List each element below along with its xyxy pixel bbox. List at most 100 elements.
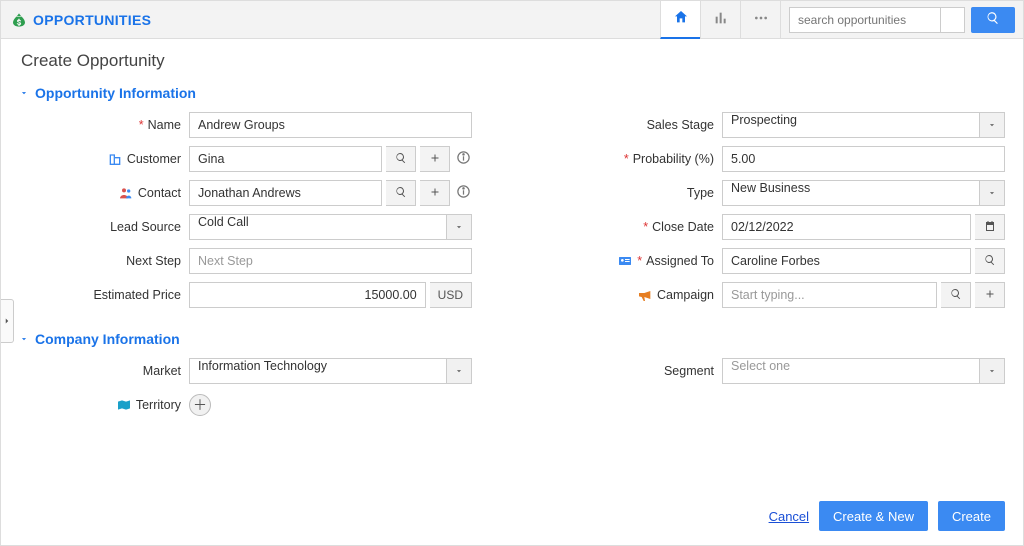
megaphone-icon: [637, 287, 653, 303]
search-icon: [986, 11, 1000, 28]
section-title: Company Information: [35, 331, 180, 347]
label-probability: Probability (%): [633, 152, 714, 166]
label-type: Type: [687, 186, 714, 200]
contact-input[interactable]: [189, 180, 382, 206]
home-icon: [673, 9, 689, 28]
moneybag-icon: [11, 12, 27, 28]
footer-actions: Cancel Create & New Create: [769, 501, 1005, 531]
territory-add-button[interactable]: ＋: [189, 394, 211, 416]
search-icon: [395, 152, 407, 167]
charts-button[interactable]: [700, 1, 740, 39]
search-button[interactable]: [971, 7, 1015, 33]
required-marker: *: [624, 152, 629, 166]
more-button[interactable]: [740, 1, 780, 39]
lead-source-value: Cold Call: [189, 214, 472, 240]
territory-icon: [116, 397, 132, 413]
search-region: [780, 1, 1023, 39]
estimated-price-input[interactable]: [189, 282, 426, 308]
chevron-down-icon: [19, 331, 29, 347]
info-icon: [456, 184, 471, 202]
close-date-picker-button[interactable]: [975, 214, 1005, 240]
label-market: Market: [143, 364, 181, 378]
side-expand-handle[interactable]: [1, 299, 14, 343]
campaign-input[interactable]: [722, 282, 937, 308]
company-form: Market Information Technology Territory: [19, 357, 1005, 419]
label-next-step: Next Step: [126, 254, 181, 268]
campaign-add-button[interactable]: [975, 282, 1005, 308]
probability-input[interactable]: [722, 146, 1005, 172]
customer-info[interactable]: [454, 150, 472, 168]
module-title: OPPORTUNITIES: [1, 12, 161, 28]
segment-value: Select one: [722, 358, 1005, 384]
label-lead-source: Lead Source: [110, 220, 181, 234]
section-toggle-opportunity-info[interactable]: Opportunity Information: [19, 85, 1005, 101]
section-title: Opportunity Information: [35, 85, 196, 101]
page: Create Opportunity Opportunity Informati…: [1, 39, 1023, 545]
module-title-text: OPPORTUNITIES: [33, 12, 151, 28]
label-customer: Customer: [127, 152, 181, 166]
label-close-date: Close Date: [652, 220, 714, 234]
segment-select[interactable]: Select one: [722, 358, 1005, 384]
contact-add-button[interactable]: [420, 180, 450, 206]
market-select[interactable]: Information Technology: [189, 358, 472, 384]
plus-icon: [429, 186, 441, 201]
label-campaign: Campaign: [657, 288, 714, 302]
customer-search-button[interactable]: [386, 146, 416, 172]
lead-source-select[interactable]: Cold Call: [189, 214, 472, 240]
type-value: New Business: [722, 180, 1005, 206]
contact-info[interactable]: [454, 184, 472, 202]
label-assigned-to: Assigned To: [646, 254, 714, 268]
sales-stage-select[interactable]: Prospecting: [722, 112, 1005, 138]
label-estimated-price: Estimated Price: [93, 288, 181, 302]
required-marker: *: [139, 118, 144, 132]
opp-right-column: Sales Stage Prospecting * Probability (%): [552, 111, 1005, 309]
type-select[interactable]: New Business: [722, 180, 1005, 206]
page-title: Create Opportunity: [21, 51, 1005, 71]
section-toggle-company-info[interactable]: Company Information: [19, 331, 1005, 347]
plus-icon: [429, 152, 441, 167]
top-bar: OPPORTUNITIES: [1, 1, 1023, 39]
label-sales-stage: Sales Stage: [647, 118, 714, 132]
label-name: Name: [148, 118, 181, 132]
plus-icon: ＋: [193, 398, 207, 412]
assigned-to-input[interactable]: [722, 248, 971, 274]
search-icon: [395, 186, 407, 201]
name-input[interactable]: [189, 112, 472, 138]
cancel-link[interactable]: Cancel: [769, 509, 809, 524]
chevron-down-icon: [19, 85, 29, 101]
customer-add-button[interactable]: [420, 146, 450, 172]
label-contact: Contact: [138, 186, 181, 200]
estimated-price-unit: USD: [430, 282, 472, 308]
required-marker: *: [637, 254, 642, 268]
create-button[interactable]: Create: [938, 501, 1005, 531]
building-icon: [107, 151, 123, 167]
id-card-icon: [617, 253, 633, 269]
label-territory: Territory: [136, 398, 181, 412]
close-date-input[interactable]: [722, 214, 971, 240]
campaign-search-button[interactable]: [941, 282, 971, 308]
opp-left-column: * Name Customer: [19, 111, 472, 309]
app-root: OPPORTUNITIES: [0, 0, 1024, 546]
next-step-input[interactable]: [189, 248, 472, 274]
calendar-icon: [984, 220, 996, 235]
home-button[interactable]: [660, 1, 700, 39]
assigned-to-search-button[interactable]: [975, 248, 1005, 274]
contact-icon: [118, 185, 134, 201]
search-input[interactable]: [790, 13, 940, 27]
info-icon: [456, 150, 471, 168]
plus-icon: [984, 288, 996, 303]
search-icon: [950, 288, 962, 303]
contact-search-button[interactable]: [386, 180, 416, 206]
ellipsis-icon: [753, 10, 769, 29]
search-icon: [984, 254, 996, 269]
sales-stage-value: Prospecting: [722, 112, 1005, 138]
market-value: Information Technology: [189, 358, 472, 384]
search-dropdown[interactable]: [940, 8, 964, 32]
opportunity-form: * Name Customer: [19, 111, 1005, 309]
label-segment: Segment: [664, 364, 714, 378]
required-marker: *: [643, 220, 648, 234]
chevron-right-icon: [2, 314, 12, 329]
bar-chart-icon: [713, 10, 729, 29]
customer-input[interactable]: [189, 146, 382, 172]
create-and-new-button[interactable]: Create & New: [819, 501, 928, 531]
